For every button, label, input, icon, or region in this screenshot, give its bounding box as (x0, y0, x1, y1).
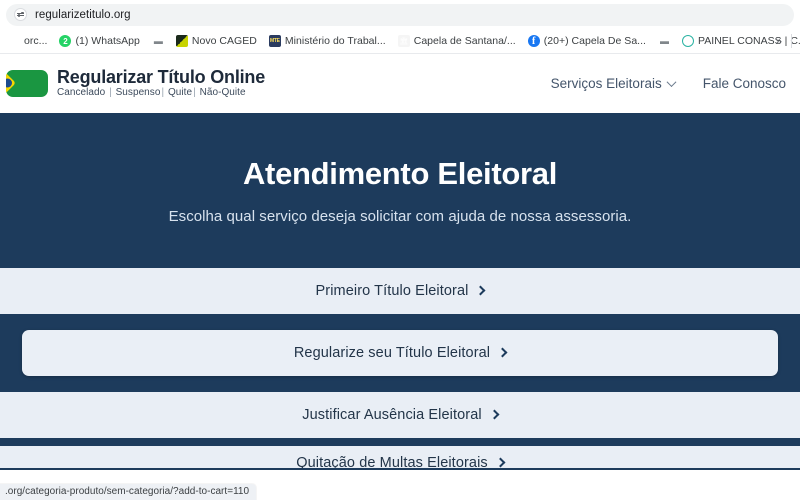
bookmarks-overflow-button[interactable]: » (775, 34, 782, 48)
chevron-right-icon (489, 409, 500, 420)
bookmark-dots-1[interactable]: ▬ (146, 31, 170, 51)
bookmark-label: (1) WhatsApp (75, 35, 140, 47)
chevron-down-icon (666, 77, 677, 88)
bookmark-label: orc... (24, 35, 48, 47)
address-bar[interactable]: regularizetitulo.org (6, 3, 794, 26)
browser-chrome: regularizetitulo.org orc... 2 (1) WhatsA… (0, 0, 800, 54)
brand-subtitle: Cancelado | Suspenso| Quite| Não-Quite (57, 87, 265, 99)
bookmark-ministerio-trabalho[interactable]: MTE Ministério do Trabal... (263, 31, 392, 51)
bookmark-capela-santana[interactable]: 🏛 Capela de Santana/... (392, 31, 522, 51)
bookmark-whatsapp[interactable]: 2 (1) WhatsApp (53, 31, 145, 51)
service-label: Justificar Ausência Eleitoral (302, 407, 482, 423)
dots-icon: ▬ (153, 36, 163, 46)
chevron-right-icon (495, 457, 506, 468)
brand-subtitle-part: Cancelado (57, 87, 106, 99)
address-bar-url: regularizetitulo.org (35, 8, 131, 21)
bookmark-label: PAINEL CONASS | C... (698, 35, 800, 47)
brand-sub-sep: | (106, 87, 115, 99)
bookmark-dots-2[interactable]: ▬ (652, 31, 676, 51)
bookmark-orc[interactable]: orc... (2, 31, 53, 51)
service-label: Quitação de Multas Eleitorais (296, 455, 488, 468)
site-header: Regularizar Título Online Cancelado | Su… (0, 54, 800, 113)
service-item-primeiro-titulo[interactable]: Primeiro Título Eleitoral (0, 268, 800, 314)
bookmark-label: Ministério do Trabal... (284, 35, 386, 47)
capela-icon: 🏛 (397, 35, 410, 47)
service-label: Regularize seu Título Eleitoral (293, 345, 491, 361)
hero-section: Atendimento Eleitoral Escolha qual servi… (0, 113, 800, 268)
brand-title: Regularizar Título Online (57, 67, 266, 88)
dots-icon: ▬ (660, 36, 669, 46)
omnibox-row: regularizetitulo.org (0, 0, 800, 29)
service-item-quitacao-multas[interactable]: Quitação de Multas Eleitorais (0, 446, 800, 468)
service-label-wrap: Justificar Ausência Eleitoral (302, 407, 500, 423)
nav-item-fale-conosco[interactable]: Fale Conosco (703, 76, 786, 91)
chevron-right-icon (476, 285, 486, 296)
site-nav: Serviços Eleitorais Fale Conosco (551, 76, 786, 91)
bookmark-facebook-capela[interactable]: f (20+) Capela De Sa... (522, 31, 652, 51)
hero-subtitle: Escolha qual serviço deseja solicitar co… (168, 208, 632, 225)
brand-sub-sep: | (193, 87, 199, 99)
tune-icon[interactable] (14, 8, 27, 21)
bookmark-label: (20+) Capela De Sa... (543, 35, 646, 47)
page-viewport: Regularizar Título Online Cancelado | Su… (0, 54, 800, 500)
bookmarks-bar: orc... 2 (1) WhatsApp ▬ Novo CAGED MTE M… (0, 29, 800, 54)
nav-item-label: Fale Conosco (702, 76, 786, 91)
bookmark-label: Novo CAGED (191, 35, 257, 47)
ministerio-trabalho-icon: MTE (268, 35, 281, 47)
brand-subtitle-part: Quite (167, 87, 193, 99)
service-label-wrap: Primeiro Título Eleitoral (315, 283, 486, 299)
nav-item-servicos-eleitorais[interactable]: Serviços Eleitorais (550, 76, 677, 91)
bookmark-novo-caged[interactable]: Novo CAGED (170, 31, 263, 51)
service-card[interactable]: Regularize seu Título Eleitoral (22, 330, 778, 376)
service-label: Primeiro Título Eleitoral (315, 283, 469, 299)
page-title: Atendimento Eleitoral (242, 156, 558, 191)
service-item-regularize-titulo[interactable]: Regularize seu Título Eleitoral (0, 322, 800, 384)
generic-favicon-icon (8, 35, 20, 47)
caged-icon (175, 35, 188, 47)
brand-sub-sep: | (161, 87, 167, 99)
brazil-flag-icon (6, 69, 48, 97)
service-label-wrap: Regularize seu Título Eleitoral (293, 345, 508, 361)
service-item-justificar-ausencia[interactable]: Justificar Ausência Eleitoral (0, 392, 800, 438)
services-list: Primeiro Título Eleitoral Regularize seu… (0, 268, 800, 470)
link-status-bubble: .org/categoria-produto/sem-categoria/?ad… (0, 484, 257, 500)
bookmarks-divider (791, 34, 792, 48)
whatsapp-icon: 2 (59, 35, 72, 47)
conass-icon (682, 35, 694, 47)
nav-item-label: Serviços Eleitorais (550, 76, 662, 91)
chevron-right-icon (497, 347, 508, 358)
brand-text: Regularizar Título Online Cancelado | Su… (57, 68, 265, 98)
site-brand[interactable]: Regularizar Título Online Cancelado | Su… (6, 68, 265, 98)
facebook-icon: f (527, 35, 540, 47)
bookmark-label: Capela de Santana/... (413, 35, 516, 47)
brand-subtitle-part: Suspenso (115, 87, 161, 99)
brand-subtitle-part: Não-Quite (199, 87, 246, 99)
service-label-wrap: Quitação de Multas Eleitorais (296, 455, 506, 468)
